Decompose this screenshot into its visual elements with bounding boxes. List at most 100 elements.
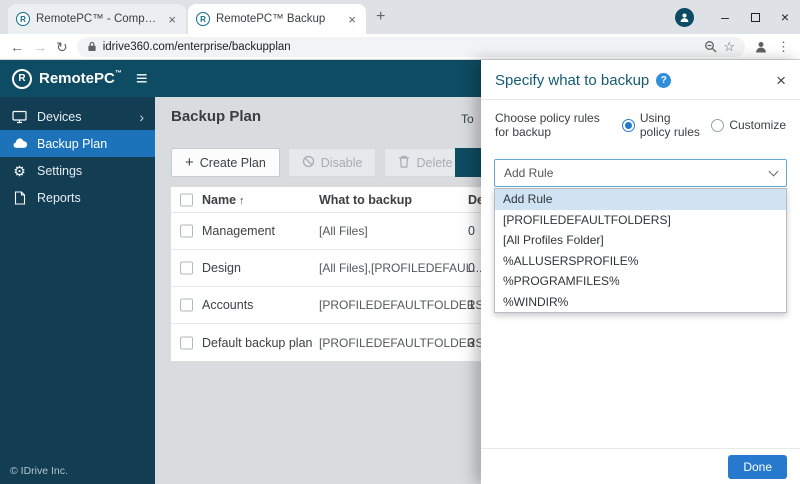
- browser-menu-icon[interactable]: ⋮: [777, 40, 790, 53]
- column-header-name[interactable]: Name↑: [202, 193, 245, 207]
- tab-remotepc-backup[interactable]: R RemotePC™ Backup ×: [188, 4, 366, 34]
- panel-header: Specify what to backup ? ×: [481, 60, 800, 99]
- radio-label[interactable]: Using policy rules: [640, 111, 702, 139]
- plan-device-count: 0: [468, 261, 475, 275]
- forward-button[interactable]: →: [33, 40, 47, 54]
- browser-profile-avatar[interactable]: [675, 8, 694, 27]
- option-all-profiles-folder[interactable]: [All Profiles Folder]: [495, 230, 786, 251]
- sidebar-item-reports[interactable]: Reports: [0, 184, 155, 211]
- partially-hidden-control[interactable]: [455, 148, 481, 177]
- policy-rules-row: Choose policy rules for backup Using pol…: [481, 100, 800, 150]
- close-panel-icon[interactable]: ×: [776, 72, 786, 89]
- option-windir[interactable]: %WINDIR%: [495, 292, 786, 313]
- hamburger-menu-icon[interactable]: ≡: [136, 69, 148, 89]
- sidebar-item-label: Reports: [37, 191, 81, 205]
- select-value: Add Rule: [504, 166, 553, 180]
- option-profiledefaultfolders[interactable]: [PROFILEDEFAULTFOLDERS]: [495, 210, 786, 231]
- option-allusersprofile[interactable]: %ALLUSERSPROFILE%: [495, 251, 786, 272]
- delete-label: Delete: [416, 156, 452, 170]
- plan-device-count: 0: [468, 224, 475, 238]
- tab-close-icon[interactable]: ×: [346, 12, 358, 27]
- create-plan-label: Create Plan: [200, 156, 266, 170]
- window-controls: – ×: [675, 0, 800, 34]
- radio-dot: [625, 122, 632, 129]
- sidebar-item-label: Backup Plan: [37, 137, 107, 151]
- plan-what-to-backup: [All Files],[PROFILEDEFAUL...: [319, 261, 482, 275]
- url-bar[interactable]: idrive360.com/enterprise/backupplan ☆: [77, 37, 745, 57]
- plan-device-count: 1: [468, 298, 475, 312]
- minimize-button[interactable]: –: [710, 0, 740, 34]
- zoom-icon[interactable]: [704, 40, 717, 53]
- trash-icon: [398, 155, 410, 171]
- remotepc-favicon-icon: R: [16, 12, 30, 26]
- row-checkbox[interactable]: [180, 225, 193, 238]
- radio-customize[interactable]: Customize: [711, 118, 786, 132]
- done-button[interactable]: Done: [728, 455, 787, 479]
- sidebar: Devices › Backup Plan ⚙ Settings Reports…: [0, 97, 155, 484]
- disable-button[interactable]: Disable: [288, 148, 377, 177]
- trademark: ™: [115, 70, 122, 77]
- cloud-icon: [11, 138, 28, 149]
- tab-close-icon[interactable]: ×: [166, 12, 178, 27]
- new-tab-button[interactable]: +: [376, 8, 385, 26]
- row-checkbox[interactable]: [180, 262, 193, 275]
- panel-title: Specify what to backup: [495, 72, 649, 89]
- sidebar-item-settings[interactable]: ⚙ Settings: [0, 157, 155, 184]
- monitor-icon: [11, 110, 28, 124]
- page-title: Backup Plan: [171, 108, 261, 125]
- column-header-what-to-backup[interactable]: What to backup: [319, 193, 412, 207]
- remotepc-logo-icon: R: [12, 69, 32, 89]
- tab-remotepc-computers[interactable]: R RemotePC™ - Computers ×: [8, 4, 186, 34]
- sidebar-item-label: Settings: [37, 164, 82, 178]
- browser-address-bar: ← → ↻ idrive360.com/enterprise/backuppla…: [0, 34, 800, 60]
- sidebar-item-devices[interactable]: Devices ›: [0, 103, 155, 130]
- row-checkbox[interactable]: [180, 336, 193, 349]
- plan-what-to-backup: [All Files]: [319, 224, 368, 238]
- checkbox-icon: [180, 262, 193, 275]
- plan-what-to-backup: [PROFILEDEFAULTFOLDERS]: [319, 336, 487, 350]
- disable-label: Disable: [321, 156, 363, 170]
- select-all-checkbox[interactable]: [180, 193, 193, 206]
- radio-selected-icon: [622, 119, 635, 132]
- reload-button[interactable]: ↻: [56, 40, 68, 54]
- tab-title: RemotePC™ - Computers: [36, 13, 160, 25]
- plan-name[interactable]: Design: [202, 261, 241, 275]
- checkbox-icon: [180, 299, 193, 312]
- checkbox-icon: [180, 193, 193, 206]
- brand-name: RemotePC™: [39, 70, 122, 87]
- radio-using-policy-rules[interactable]: Using policy rules: [622, 111, 702, 139]
- option-add-rule[interactable]: Add Rule: [495, 189, 786, 210]
- url-text[interactable]: idrive360.com/enterprise/backupplan: [103, 41, 699, 53]
- sidebar-item-backup-plan[interactable]: Backup Plan: [0, 130, 155, 157]
- maximize-icon: [751, 13, 760, 22]
- bookmark-star-icon[interactable]: ☆: [723, 40, 735, 53]
- plan-name[interactable]: Management: [202, 224, 275, 238]
- truncated-total-text: To: [461, 112, 474, 126]
- browser-window: R RemotePC™ - Computers × R RemotePC™ Ba…: [0, 0, 800, 484]
- plan-what-to-backup: [PROFILEDEFAULTFOLDERS]: [319, 298, 487, 312]
- back-button[interactable]: ←: [10, 40, 24, 54]
- chevron-right-icon: ›: [139, 110, 144, 124]
- close-window-button[interactable]: ×: [770, 0, 800, 34]
- sort-up-icon: ↑: [239, 195, 245, 207]
- remotepc-logo[interactable]: R RemotePC™: [12, 69, 122, 89]
- lock-icon[interactable]: [87, 41, 97, 52]
- help-icon[interactable]: ?: [656, 73, 671, 88]
- checkbox-icon: [180, 336, 193, 349]
- row-checkbox[interactable]: [180, 299, 193, 312]
- option-programfiles[interactable]: %PROGRAMFILES%: [495, 271, 786, 292]
- checkbox-icon: [180, 225, 193, 238]
- tab-title: RemotePC™ Backup: [216, 13, 340, 25]
- add-rule-select[interactable]: Add Rule: [494, 159, 787, 187]
- person-icon: [679, 12, 690, 23]
- browser-user-icon[interactable]: [754, 40, 768, 54]
- plan-name[interactable]: Default backup plan: [202, 336, 313, 350]
- plan-device-count: 3: [468, 336, 475, 350]
- prohibit-icon: [302, 155, 315, 171]
- plan-name[interactable]: Accounts: [202, 298, 253, 312]
- sidebar-item-label: Devices: [37, 110, 81, 124]
- create-plan-button[interactable]: + Create Plan: [171, 148, 280, 177]
- maximize-button[interactable]: [740, 0, 770, 34]
- radio-unselected-icon: [711, 119, 724, 132]
- radio-label[interactable]: Customize: [729, 118, 786, 132]
